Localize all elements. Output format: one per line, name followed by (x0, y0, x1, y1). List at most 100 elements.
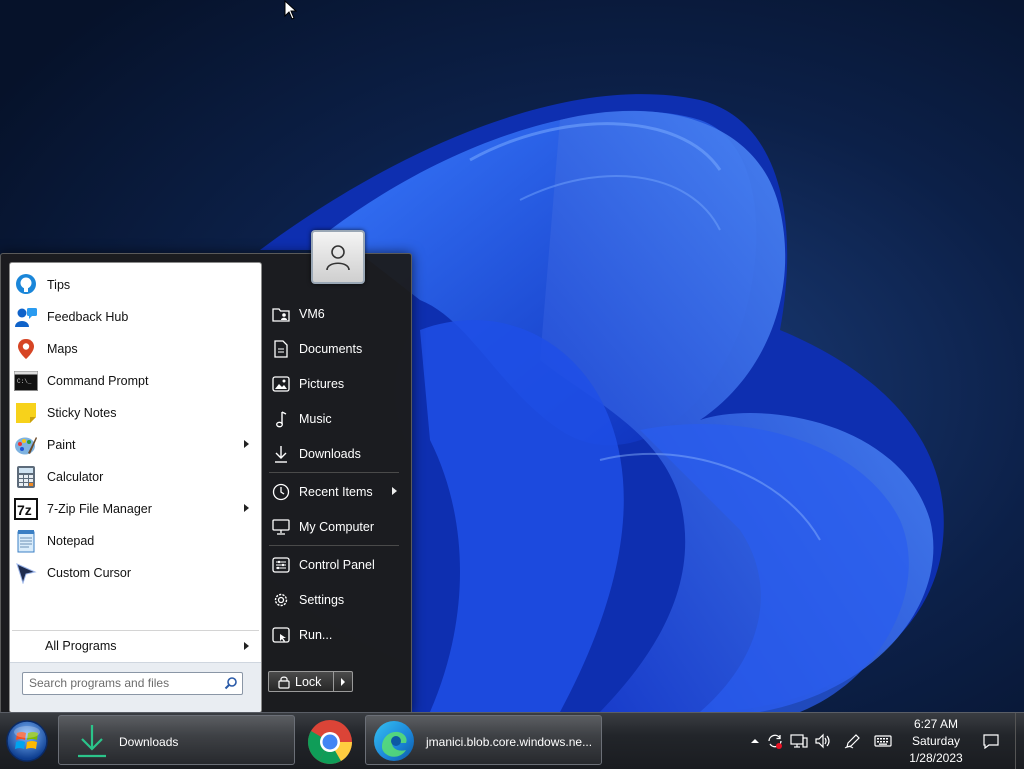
taskbar-button-chrome[interactable] (300, 715, 360, 765)
place-my-computer[interactable]: My Computer (263, 509, 409, 544)
command-prompt-icon: C:\_ (13, 368, 39, 394)
place-label: Downloads (299, 446, 361, 461)
maps-icon (13, 336, 39, 362)
lock-label: Lock (295, 674, 322, 689)
places-divider (269, 472, 399, 473)
place-music[interactable]: Music (263, 401, 409, 436)
place-label: Pictures (299, 376, 345, 391)
program-label: Calculator (47, 470, 104, 484)
taskbar-button-downloads[interactable]: Downloads (58, 715, 295, 765)
clock-time: 6:27 AM (913, 717, 959, 731)
all-programs-button[interactable]: All Programs (12, 630, 259, 661)
search-input[interactable] (29, 674, 219, 692)
start-button[interactable] (4, 718, 50, 764)
system-tray (742, 713, 1024, 769)
program-custom-cursor[interactable]: Custom Cursor (10, 557, 261, 589)
sticky-notes-icon (13, 400, 39, 426)
music-note-icon (271, 409, 291, 429)
taskbar-button-label: Downloads (119, 735, 179, 749)
taskbar-button-edge[interactable]: jmanici.blob.core.windows.ne... (365, 715, 602, 765)
lock-button[interactable]: Lock (268, 671, 334, 692)
sync-alert-icon[interactable] (766, 733, 784, 749)
program-label: Paint (47, 438, 76, 452)
clock-day: Saturday (911, 734, 961, 748)
submenu-arrow-icon (244, 504, 249, 512)
program-label: Custom Cursor (47, 566, 132, 580)
tips-icon (13, 272, 39, 298)
gear-icon (271, 590, 291, 610)
program-label: 7-Zip File Manager (47, 502, 152, 516)
start-menu-programs-pane: Tips Feedback Hub Maps C:\_ Command Prom… (9, 262, 262, 713)
place-label: Recent Items (299, 484, 373, 499)
taskbar-clock[interactable]: 6:27 AM Saturday 1/28/2023 (900, 716, 972, 767)
pen-icon[interactable] (844, 733, 862, 749)
program-calculator[interactable]: Calculator (10, 461, 261, 493)
place-run[interactable]: Run... (263, 617, 409, 652)
start-menu: Tips Feedback Hub Maps C:\_ Command Prom… (0, 230, 412, 714)
user-icon (326, 245, 350, 271)
notepad-icon (13, 528, 39, 554)
place-label: Settings (299, 592, 345, 607)
chevron-up-icon[interactable] (746, 733, 764, 749)
search-box[interactable] (22, 672, 243, 695)
program-notepad[interactable]: Notepad (10, 525, 261, 557)
lock-button-group: Lock (268, 671, 353, 692)
show-desktop-button[interactable] (1015, 713, 1024, 769)
paint-icon (13, 432, 39, 458)
mouse-pointer-icon (284, 0, 298, 20)
control-panel-icon (271, 555, 291, 575)
picture-icon (271, 374, 291, 394)
computer-icon (271, 517, 291, 537)
download-arrow-icon (271, 444, 291, 464)
notification-icon[interactable] (982, 733, 1000, 749)
place-label: VM6 (299, 306, 325, 321)
place-settings[interactable]: Settings (263, 582, 409, 617)
place-downloads[interactable]: Downloads (263, 436, 409, 471)
program-label: Command Prompt (47, 374, 149, 388)
place-label: Run... (299, 627, 333, 642)
program-label: Feedback Hub (47, 310, 129, 324)
program-label: Notepad (47, 534, 95, 548)
submenu-arrow-icon (392, 487, 397, 495)
taskbar: Downloads jmanici.blob.core.windows.ne..… (0, 712, 1024, 769)
program-label: Sticky Notes (47, 406, 117, 420)
program-feedback-hub[interactable]: Feedback Hub (10, 301, 261, 333)
calculator-icon (13, 464, 39, 490)
program-sticky-notes[interactable]: Sticky Notes (10, 397, 261, 429)
lock-icon (278, 676, 290, 689)
place-control-panel[interactable]: Control Panel (263, 547, 409, 582)
search-icon[interactable] (224, 676, 238, 690)
pinned-programs-list: Tips Feedback Hub Maps C:\_ Command Prom… (10, 269, 261, 589)
program-7zip-file-manager[interactable]: 7z 7-Zip File Manager (10, 493, 261, 525)
network-icon[interactable] (790, 733, 808, 749)
program-tips[interactable]: Tips (10, 269, 261, 301)
shutdown-options-button[interactable] (334, 671, 353, 692)
volume-icon[interactable] (814, 733, 832, 749)
places-divider (269, 545, 399, 546)
document-icon (271, 339, 291, 359)
chrome-icon (308, 720, 352, 764)
start-menu-places-pane: VM6 Documents Pictures Music Downloads R… (263, 296, 409, 652)
place-recent-items[interactable]: Recent Items (263, 474, 409, 509)
place-user-folder[interactable]: VM6 (263, 296, 409, 331)
place-documents[interactable]: Documents (263, 331, 409, 366)
feedback-hub-icon (13, 304, 39, 330)
edge-icon (374, 721, 414, 761)
svg-text:C:\_: C:\_ (17, 378, 32, 385)
download-arrow-icon (78, 725, 106, 758)
all-programs-label: All Programs (45, 639, 117, 653)
place-label: Control Panel (299, 557, 375, 572)
program-command-prompt[interactable]: C:\_ Command Prompt (10, 365, 261, 397)
program-paint[interactable]: Paint (10, 429, 261, 461)
clock-date: 1/28/2023 (909, 751, 963, 765)
run-icon (271, 625, 291, 645)
place-label: Music (299, 411, 332, 426)
user-account-picture[interactable] (311, 230, 365, 284)
program-maps[interactable]: Maps (10, 333, 261, 365)
place-pictures[interactable]: Pictures (263, 366, 409, 401)
taskbar-button-label: jmanici.blob.core.windows.ne... (426, 735, 593, 749)
custom-cursor-icon (13, 560, 39, 586)
clock-icon (271, 482, 291, 502)
place-label: Documents (299, 341, 363, 356)
keyboard-icon[interactable] (874, 733, 892, 749)
